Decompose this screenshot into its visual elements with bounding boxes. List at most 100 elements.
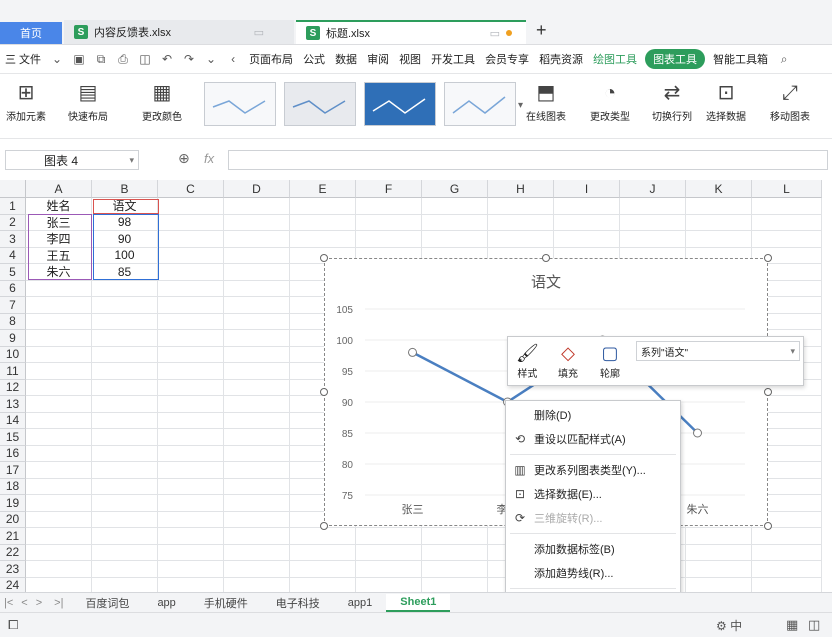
- grid-cell[interactable]: [92, 511, 158, 528]
- context-menu-item[interactable]: ⟲ 重设以匹配样式(A): [506, 427, 680, 451]
- grid-cell[interactable]: [422, 544, 488, 561]
- grid-cell[interactable]: [158, 280, 224, 297]
- grid-cell[interactable]: [26, 379, 92, 396]
- grid-cell[interactable]: [26, 396, 92, 413]
- grid-cell[interactable]: [356, 198, 422, 215]
- grid-cell[interactable]: [290, 561, 356, 578]
- grid-cell[interactable]: [686, 528, 752, 545]
- grid-cell[interactable]: [290, 528, 356, 545]
- grid-cell[interactable]: [26, 511, 92, 528]
- grid-cell[interactable]: [752, 528, 822, 545]
- more-icon[interactable]: ⌄: [204, 52, 218, 66]
- column-header[interactable]: I: [554, 180, 620, 198]
- grid-cell[interactable]: [26, 297, 92, 314]
- grid-cell[interactable]: [158, 346, 224, 363]
- menu-formula[interactable]: 公式: [298, 51, 330, 67]
- data-point[interactable]: [693, 428, 702, 438]
- grid-cell[interactable]: [356, 528, 422, 545]
- grid-cell[interactable]: [752, 214, 822, 231]
- resize-handle[interactable]: [764, 254, 772, 262]
- grid-cell[interactable]: [290, 231, 356, 248]
- row-header[interactable]: 24: [0, 577, 26, 592]
- grid-cell[interactable]: [158, 462, 224, 479]
- row-header[interactable]: 23: [0, 561, 26, 578]
- context-menu-item[interactable]: ⊡ 选择数据(E)...: [506, 482, 680, 506]
- chevron-down-icon[interactable]: ⌄: [50, 52, 64, 66]
- grid-cell[interactable]: [224, 462, 290, 479]
- grid-cell[interactable]: [686, 544, 752, 561]
- grid-cell[interactable]: [92, 346, 158, 363]
- grid-cell[interactable]: [26, 462, 92, 479]
- grid-cell[interactable]: [92, 561, 158, 578]
- grid-cell[interactable]: [224, 264, 290, 281]
- resize-handle[interactable]: [764, 522, 772, 530]
- grid-cell[interactable]: [158, 528, 224, 545]
- grid-cell[interactable]: [422, 198, 488, 215]
- column-header[interactable]: A: [26, 180, 92, 198]
- grid-cell[interactable]: [26, 528, 92, 545]
- grid-cell[interactable]: [224, 363, 290, 380]
- resize-handle[interactable]: [320, 388, 328, 396]
- grid-cell[interactable]: [620, 231, 686, 248]
- grid-cell[interactable]: [488, 214, 554, 231]
- sheet-tab[interactable]: 手机硬件: [190, 595, 262, 611]
- menu-review[interactable]: 审阅: [362, 51, 394, 67]
- redo-icon[interactable]: ↷: [182, 52, 196, 66]
- row-header[interactable]: 2: [0, 214, 26, 231]
- chevron-down-icon[interactable]: ▾: [129, 155, 134, 166]
- grid-cell[interactable]: [158, 198, 224, 215]
- grid-cell[interactable]: [224, 297, 290, 314]
- grid-cell[interactable]: [224, 313, 290, 330]
- last-sheet-icon[interactable]: >|: [46, 597, 71, 609]
- column-header[interactable]: F: [356, 180, 422, 198]
- grid-cell[interactable]: [224, 330, 290, 347]
- change-color-button[interactable]: ▦ 更改颜色: [142, 78, 182, 123]
- grid-cell[interactable]: [224, 561, 290, 578]
- print-icon[interactable]: ⎙: [116, 52, 130, 66]
- row-header[interactable]: 12: [0, 379, 26, 396]
- resize-handle[interactable]: [764, 388, 772, 396]
- context-menu-item[interactable]: 删除(D): [506, 403, 680, 427]
- row-header[interactable]: 7: [0, 297, 26, 314]
- row-header[interactable]: 16: [0, 445, 26, 462]
- grid-cell[interactable]: [158, 429, 224, 446]
- grid-cell[interactable]: [158, 445, 224, 462]
- grid-cell[interactable]: [26, 363, 92, 380]
- chart-style-4[interactable]: [444, 82, 516, 126]
- grid-cell[interactable]: [26, 330, 92, 347]
- first-sheet-icon[interactable]: |<: [0, 597, 17, 609]
- grid-cell[interactable]: [290, 214, 356, 231]
- grid-cell[interactable]: [488, 198, 554, 215]
- grid-cell[interactable]: [422, 214, 488, 231]
- grid-cell[interactable]: [92, 462, 158, 479]
- grid-cell[interactable]: [752, 231, 822, 248]
- fill-button[interactable]: ◇ 填充: [558, 341, 578, 380]
- chart-style-1[interactable]: [204, 82, 276, 126]
- row-header[interactable]: 20: [0, 511, 26, 528]
- grid-cell[interactable]: [422, 577, 488, 592]
- add-element-button[interactable]: ⊞ 添加元素: [6, 78, 46, 123]
- row-header[interactable]: 6: [0, 280, 26, 297]
- row-header[interactable]: 10: [0, 346, 26, 363]
- grid-cell[interactable]: [158, 297, 224, 314]
- style-button[interactable]: 🖌 样式: [516, 341, 539, 380]
- column-header[interactable]: G: [422, 180, 488, 198]
- grid-cell[interactable]: [92, 379, 158, 396]
- grid-cell[interactable]: [422, 231, 488, 248]
- grid-cell[interactable]: [356, 544, 422, 561]
- save-icon[interactable]: ▣: [72, 52, 86, 66]
- grid-cell[interactable]: [422, 528, 488, 545]
- grid-cell[interactable]: [356, 214, 422, 231]
- grid-cell[interactable]: [158, 379, 224, 396]
- row-header[interactable]: 14: [0, 412, 26, 429]
- menu-data[interactable]: 数据: [330, 51, 362, 67]
- column-header[interactable]: J: [620, 180, 686, 198]
- grid-cell[interactable]: [26, 346, 92, 363]
- chart-style-2[interactable]: [284, 82, 356, 126]
- grid-cell[interactable]: [686, 577, 752, 592]
- grid-cell[interactable]: [158, 264, 224, 281]
- row-header[interactable]: 11: [0, 363, 26, 380]
- chevron-down-icon[interactable]: ▾: [790, 346, 795, 357]
- fx-icon[interactable]: fx: [204, 151, 214, 166]
- grid-cell[interactable]: [224, 445, 290, 462]
